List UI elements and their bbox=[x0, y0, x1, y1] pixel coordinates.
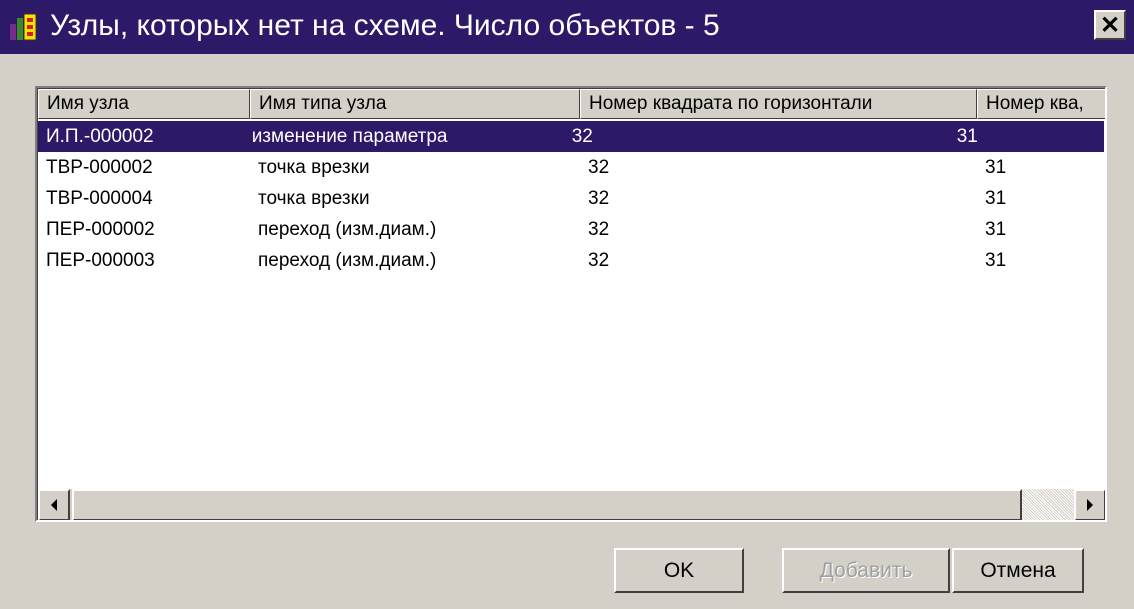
cell-horizontal: 32 bbox=[588, 188, 610, 209]
scroll-left-button[interactable] bbox=[38, 489, 70, 520]
table-row[interactable]: ТВР-000004 точка врезки 32 31 bbox=[38, 183, 1105, 214]
cell-horizontal: 32 bbox=[588, 250, 610, 271]
cell-node-name: ТВР-000004 bbox=[46, 188, 153, 209]
list-rows: И.П.-000002 изменение параметра 32 31 ТВ… bbox=[38, 121, 1105, 276]
cell-node-name: ТВР-000002 bbox=[46, 157, 153, 178]
cell-vertical: 31 bbox=[985, 157, 1007, 178]
horizontal-scrollbar[interactable] bbox=[38, 489, 1105, 520]
cell-horizontal: 32 bbox=[588, 219, 610, 240]
cell-horizontal: 32 bbox=[571, 126, 593, 147]
cell-vertical: 31 bbox=[956, 126, 978, 147]
cell-vertical: 31 bbox=[985, 219, 1007, 240]
cell-node-type: изменение параметра bbox=[251, 126, 448, 147]
column-header-horizontal-square[interactable]: Номер квадрата по горизонтали bbox=[580, 89, 977, 119]
cell-vertical: 31 bbox=[985, 188, 1007, 209]
cell-node-name: ПЕР-000002 bbox=[46, 219, 155, 240]
scroll-track[interactable] bbox=[1022, 489, 1074, 520]
table-row[interactable]: ПЕР-000003 переход (изм.диам.) 32 31 bbox=[38, 245, 1105, 276]
cell-node-name: ПЕР-000003 bbox=[46, 250, 155, 271]
window-title: Узлы, которых нет на схеме. Число объект… bbox=[50, 9, 720, 42]
column-header-node-type[interactable]: Имя типа узла bbox=[250, 89, 580, 119]
table-row[interactable]: ТВР-000002 точка врезки 32 31 bbox=[38, 152, 1105, 183]
list-header: Имя узла Имя типа узла Номер квадрата по… bbox=[38, 89, 1105, 119]
ok-button[interactable]: OK bbox=[614, 548, 744, 593]
cell-horizontal: 32 bbox=[588, 157, 610, 178]
cell-vertical: 31 bbox=[985, 250, 1007, 271]
table-row[interactable]: И.П.-000002 изменение параметра 32 31 bbox=[38, 121, 1104, 152]
arrow-left-icon bbox=[51, 499, 57, 511]
title-bar[interactable]: Узлы, которых нет на схеме. Число объект… bbox=[0, 0, 1134, 54]
add-button[interactable]: Добавить bbox=[782, 548, 950, 593]
scroll-thumb[interactable] bbox=[72, 489, 1022, 520]
arrow-right-icon bbox=[1087, 499, 1093, 511]
cancel-button[interactable]: Отмена bbox=[952, 548, 1084, 593]
cell-node-type: точка врезки bbox=[258, 188, 370, 209]
cell-node-type: переход (изм.диам.) bbox=[258, 250, 437, 271]
column-header-node-name[interactable]: Имя узла bbox=[38, 89, 250, 119]
close-icon: ✕ bbox=[1099, 11, 1121, 39]
nodes-list[interactable]: Имя узла Имя типа узла Номер квадрата по… bbox=[35, 86, 1107, 522]
column-header-vertical-square[interactable]: Номер ква, bbox=[977, 89, 1105, 119]
scroll-right-button[interactable] bbox=[1074, 489, 1105, 520]
cell-node-name: И.П.-000002 bbox=[46, 126, 154, 147]
close-button[interactable]: ✕ bbox=[1094, 10, 1126, 40]
cell-node-type: переход (изм.диам.) bbox=[258, 219, 437, 240]
cell-node-type: точка врезки bbox=[258, 157, 370, 178]
app-icon bbox=[10, 13, 37, 41]
table-row[interactable]: ПЕР-000002 переход (изм.диам.) 32 31 bbox=[38, 214, 1105, 245]
